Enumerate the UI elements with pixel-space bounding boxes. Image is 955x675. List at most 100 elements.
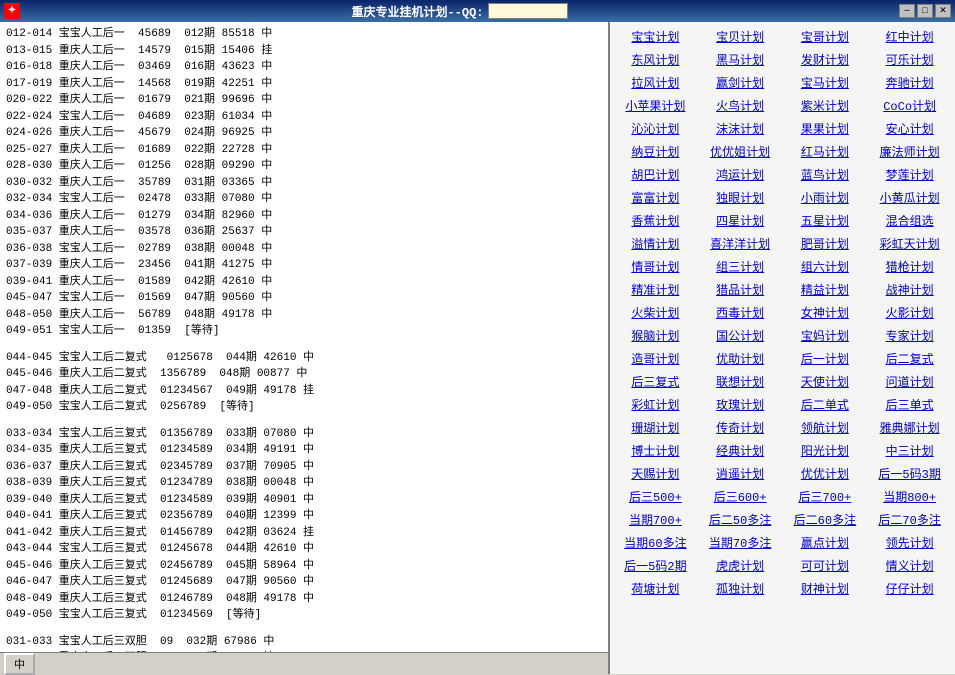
plan-link[interactable]: 精益计划 — [784, 279, 867, 300]
plan-link[interactable]: 优助计划 — [699, 348, 782, 369]
plan-link[interactable]: 红马计划 — [784, 141, 867, 162]
plan-link[interactable]: 胡巴计划 — [614, 164, 697, 185]
plan-link[interactable]: 国公计划 — [699, 325, 782, 346]
plan-link[interactable]: 博士计划 — [614, 440, 697, 461]
plan-link[interactable]: 蓝鸟计划 — [784, 164, 867, 185]
plan-link[interactable]: 发财计划 — [784, 49, 867, 70]
plan-link[interactable]: 后一5码3期 — [868, 463, 951, 484]
qq-input[interactable] — [488, 3, 568, 19]
plan-link[interactable]: 优优姐计划 — [699, 141, 782, 162]
plan-link[interactable]: 天使计划 — [784, 371, 867, 392]
plan-link[interactable]: 黑马计划 — [699, 49, 782, 70]
plan-link[interactable]: 组六计划 — [784, 256, 867, 277]
plan-link[interactable]: 当期70多注 — [699, 532, 782, 553]
plan-link[interactable]: 可可计划 — [784, 555, 867, 576]
plan-link[interactable]: 火鸟计划 — [699, 95, 782, 116]
plan-link[interactable]: 当期700+ — [614, 509, 697, 530]
plan-link[interactable]: 组三计划 — [699, 256, 782, 277]
plan-link[interactable]: 西毒计划 — [699, 302, 782, 323]
plan-link[interactable]: 财神计划 — [784, 578, 867, 599]
status-button[interactable]: 中 — [4, 653, 35, 675]
plan-link[interactable]: 后三600+ — [699, 486, 782, 507]
plan-link[interactable]: 经典计划 — [699, 440, 782, 461]
maximize-button[interactable]: □ — [917, 4, 933, 18]
plan-link[interactable]: 领先计划 — [868, 532, 951, 553]
plan-link[interactable]: 中三计划 — [868, 440, 951, 461]
plan-link[interactable]: 猎枪计划 — [868, 256, 951, 277]
plan-link[interactable]: 鸿运计划 — [699, 164, 782, 185]
plan-link[interactable]: 彩虹天计划 — [868, 233, 951, 254]
plan-link[interactable]: 东风计划 — [614, 49, 697, 70]
plan-link[interactable]: 纳豆计划 — [614, 141, 697, 162]
plan-link[interactable]: 后三700+ — [784, 486, 867, 507]
plan-link[interactable]: 果果计划 — [784, 118, 867, 139]
plan-link[interactable]: 四星计划 — [699, 210, 782, 231]
plan-link[interactable]: 女神计划 — [784, 302, 867, 323]
plan-link[interactable]: 后二70多注 — [868, 509, 951, 530]
plan-link[interactable]: 紫米计划 — [784, 95, 867, 116]
plan-link[interactable]: 逍遥计划 — [699, 463, 782, 484]
plan-link[interactable]: 战神计划 — [868, 279, 951, 300]
plan-link[interactable]: 精准计划 — [614, 279, 697, 300]
minimize-button[interactable]: ─ — [899, 4, 915, 18]
plan-link[interactable]: 后二复式 — [868, 348, 951, 369]
plan-link[interactable]: 喜洋洋计划 — [699, 233, 782, 254]
plan-link[interactable]: 富富计划 — [614, 187, 697, 208]
plan-link[interactable]: 赢剑计划 — [699, 72, 782, 93]
plan-link[interactable]: 情哥计划 — [614, 256, 697, 277]
plan-link[interactable]: 可乐计划 — [868, 49, 951, 70]
plan-link[interactable]: 孤独计划 — [699, 578, 782, 599]
plan-link[interactable]: 后一计划 — [784, 348, 867, 369]
plan-link[interactable]: 专家计划 — [868, 325, 951, 346]
plan-link[interactable]: 火柴计划 — [614, 302, 697, 323]
plan-link[interactable]: 猴脑计划 — [614, 325, 697, 346]
data-scroll-area[interactable]: 012-014 宝宝人工后一 45689 012期 85518 中013-015… — [0, 22, 608, 652]
plan-link[interactable]: 优优计划 — [784, 463, 867, 484]
plan-link[interactable]: 猎品计划 — [699, 279, 782, 300]
plan-link[interactable]: 赢点计划 — [784, 532, 867, 553]
plan-link[interactable]: 雅典娜计划 — [868, 417, 951, 438]
plan-link[interactable]: 情义计划 — [868, 555, 951, 576]
plan-link[interactable]: 后三单式 — [868, 394, 951, 415]
plan-link[interactable]: 后三复式 — [614, 371, 697, 392]
plan-link[interactable]: 安心计划 — [868, 118, 951, 139]
plan-link[interactable]: 小雨计划 — [784, 187, 867, 208]
plan-link[interactable]: 彩虹计划 — [614, 394, 697, 415]
close-button[interactable]: ✕ — [935, 4, 951, 18]
plan-link[interactable]: 拉风计划 — [614, 72, 697, 93]
plan-link[interactable]: 虎虎计划 — [699, 555, 782, 576]
plan-link[interactable]: 宝贝计划 — [699, 26, 782, 47]
plan-link[interactable]: 联想计划 — [699, 371, 782, 392]
plan-link[interactable]: 领航计划 — [784, 417, 867, 438]
plan-link[interactable]: 当期60多注 — [614, 532, 697, 553]
plan-link[interactable]: 后二50多注 — [699, 509, 782, 530]
plan-link[interactable]: 宝宝计划 — [614, 26, 697, 47]
plan-link[interactable]: 天赐计划 — [614, 463, 697, 484]
plan-link[interactable]: CoCo计划 — [868, 95, 951, 116]
plan-link[interactable]: 沫沫计划 — [699, 118, 782, 139]
plan-link[interactable]: 混合组选 — [868, 210, 951, 231]
plan-link[interactable]: 仔仔计划 — [868, 578, 951, 599]
plan-link[interactable]: 沁沁计划 — [614, 118, 697, 139]
plan-link[interactable]: 肥哥计划 — [784, 233, 867, 254]
plan-link[interactable]: 后一5码2期 — [614, 555, 697, 576]
plan-link[interactable]: 珊瑚计划 — [614, 417, 697, 438]
plan-link[interactable]: 当期800+ — [868, 486, 951, 507]
plan-link[interactable]: 小苹果计划 — [614, 95, 697, 116]
plan-link[interactable]: 火影计划 — [868, 302, 951, 323]
plan-link[interactable]: 香蕉计划 — [614, 210, 697, 231]
plan-link[interactable]: 问道计划 — [868, 371, 951, 392]
plan-link[interactable]: 宝马计划 — [784, 72, 867, 93]
plan-link[interactable]: 独眼计划 — [699, 187, 782, 208]
plan-link[interactable]: 奔驰计划 — [868, 72, 951, 93]
plan-link[interactable]: 廉法师计划 — [868, 141, 951, 162]
plan-link[interactable]: 宝妈计划 — [784, 325, 867, 346]
plan-link[interactable]: 小黄瓜计划 — [868, 187, 951, 208]
plan-link[interactable]: 后二单式 — [784, 394, 867, 415]
plan-link[interactable]: 阳光计划 — [784, 440, 867, 461]
plan-link[interactable]: 荷塘计划 — [614, 578, 697, 599]
plan-link[interactable]: 造哥计划 — [614, 348, 697, 369]
plan-link[interactable]: 五星计划 — [784, 210, 867, 231]
plan-link[interactable]: 后三500+ — [614, 486, 697, 507]
plan-link[interactable]: 玫瑰计划 — [699, 394, 782, 415]
